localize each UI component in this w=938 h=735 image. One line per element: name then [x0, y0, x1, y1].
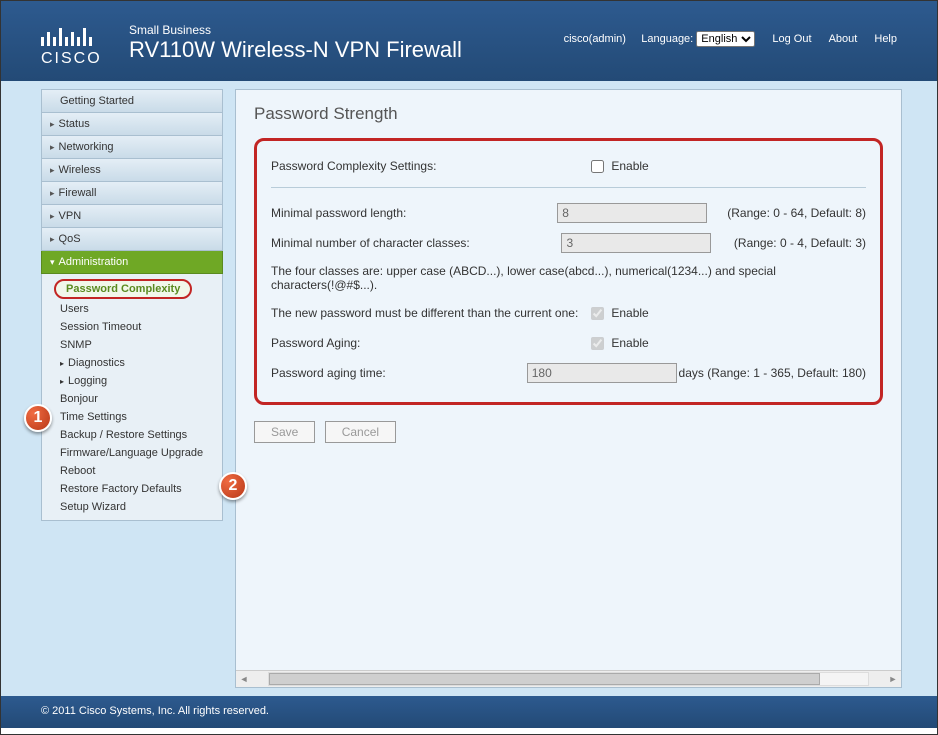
cisco-bars-icon: [41, 26, 102, 46]
min-classes-hint: (Range: 0 - 4, Default: 3): [734, 236, 866, 250]
aging-enable-checkbox[interactable]: [591, 337, 604, 350]
main-panel: Password Strength Password Complexity Se…: [235, 89, 902, 688]
sub-session-timeout[interactable]: Session Timeout: [42, 318, 222, 336]
language-label: Language:: [641, 33, 693, 45]
annotation-badge-1: 1: [24, 404, 52, 432]
aging-time-label: Password aging time:: [271, 366, 527, 380]
enable-label: Enable: [611, 159, 648, 173]
sub-time-settings[interactable]: Time Settings: [42, 408, 222, 426]
complexity-enable-checkbox[interactable]: [591, 160, 604, 173]
nav-status[interactable]: Status: [41, 113, 223, 136]
sub-diagnostics[interactable]: Diagnostics: [42, 354, 222, 372]
min-classes-input[interactable]: [561, 233, 711, 253]
min-length-label: Minimal password length:: [271, 206, 557, 220]
help-link[interactable]: Help: [874, 33, 897, 45]
brand-text: CISCO: [41, 50, 102, 68]
min-classes-label: Minimal number of character classes:: [271, 236, 561, 250]
sub-users[interactable]: Users: [42, 300, 222, 318]
nav-getting-started[interactable]: Getting Started: [41, 89, 223, 113]
scroll-thumb[interactable]: [269, 673, 820, 685]
different-enable-checkbox[interactable]: [591, 307, 604, 320]
page-title: Password Strength: [254, 104, 883, 124]
sub-firmware[interactable]: Firmware/Language Upgrade: [42, 444, 222, 462]
aging-time-hint: days (Range: 1 - 365, Default: 180): [679, 366, 866, 380]
user-label: cisco(admin): [564, 33, 626, 45]
settings-highlight-box: Password Complexity Settings: Enable Min…: [254, 138, 883, 405]
nav-administration[interactable]: Administration: [41, 251, 223, 274]
scroll-right-arrow-icon[interactable]: ►: [885, 674, 901, 684]
sub-factory[interactable]: Restore Factory Defaults: [42, 480, 222, 498]
scroll-left-arrow-icon[interactable]: ◄: [236, 674, 252, 684]
cisco-logo: CISCO: [41, 26, 102, 68]
nav-wireless[interactable]: Wireless: [41, 159, 223, 182]
enable-label-2: Enable: [611, 306, 648, 320]
save-button[interactable]: Save: [254, 421, 315, 443]
complexity-label: Password Complexity Settings:: [271, 159, 591, 173]
copyright: © 2011 Cisco Systems, Inc. All rights re…: [41, 705, 269, 717]
top-links: cisco(admin) Language: English Log Out A…: [564, 31, 897, 47]
aging-label: Password Aging:: [271, 336, 591, 350]
classes-note: The four classes are: upper case (ABCD..…: [271, 264, 866, 292]
nav-firewall[interactable]: Firewall: [41, 182, 223, 205]
aging-time-input[interactable]: [527, 363, 677, 383]
nav-networking[interactable]: Networking: [41, 136, 223, 159]
scroll-track[interactable]: [268, 672, 869, 686]
enable-label-3: Enable: [611, 336, 648, 350]
small-business-label: Small Business: [129, 23, 462, 37]
sidebar: Getting Started Status Networking Wirele…: [41, 89, 223, 688]
annotation-badge-2: 2: [219, 472, 247, 500]
product-title: RV110W Wireless-N VPN Firewall: [129, 37, 462, 63]
sub-backup-restore[interactable]: Backup / Restore Settings: [42, 426, 222, 444]
sub-logging[interactable]: Logging: [42, 372, 222, 390]
min-length-input[interactable]: [557, 203, 707, 223]
admin-sub-items: Password Complexity Users Session Timeou…: [41, 274, 223, 521]
cancel-button[interactable]: Cancel: [325, 421, 396, 443]
header: CISCO Small Business RV110W Wireless-N V…: [1, 1, 937, 81]
sub-bonjour[interactable]: Bonjour: [42, 390, 222, 408]
sub-password-complexity[interactable]: Password Complexity: [54, 279, 192, 299]
nav-qos[interactable]: QoS: [41, 228, 223, 251]
nav-vpn[interactable]: VPN: [41, 205, 223, 228]
logout-link[interactable]: Log Out: [772, 33, 811, 45]
divider: [271, 187, 866, 188]
different-label: The new password must be different than …: [271, 306, 591, 320]
footer: © 2011 Cisco Systems, Inc. All rights re…: [1, 696, 937, 728]
min-length-hint: (Range: 0 - 64, Default: 8): [727, 206, 866, 220]
button-bar: Save Cancel: [254, 421, 883, 443]
about-link[interactable]: About: [829, 33, 858, 45]
sub-snmp[interactable]: SNMP: [42, 336, 222, 354]
content-area: Getting Started Status Networking Wirele…: [1, 81, 937, 696]
title-area: Small Business RV110W Wireless-N VPN Fir…: [129, 23, 462, 63]
horizontal-scrollbar[interactable]: ◄ ►: [236, 670, 901, 687]
language-select[interactable]: English: [696, 31, 755, 47]
sub-setup-wizard[interactable]: Setup Wizard: [42, 498, 222, 516]
sub-reboot[interactable]: Reboot: [42, 462, 222, 480]
